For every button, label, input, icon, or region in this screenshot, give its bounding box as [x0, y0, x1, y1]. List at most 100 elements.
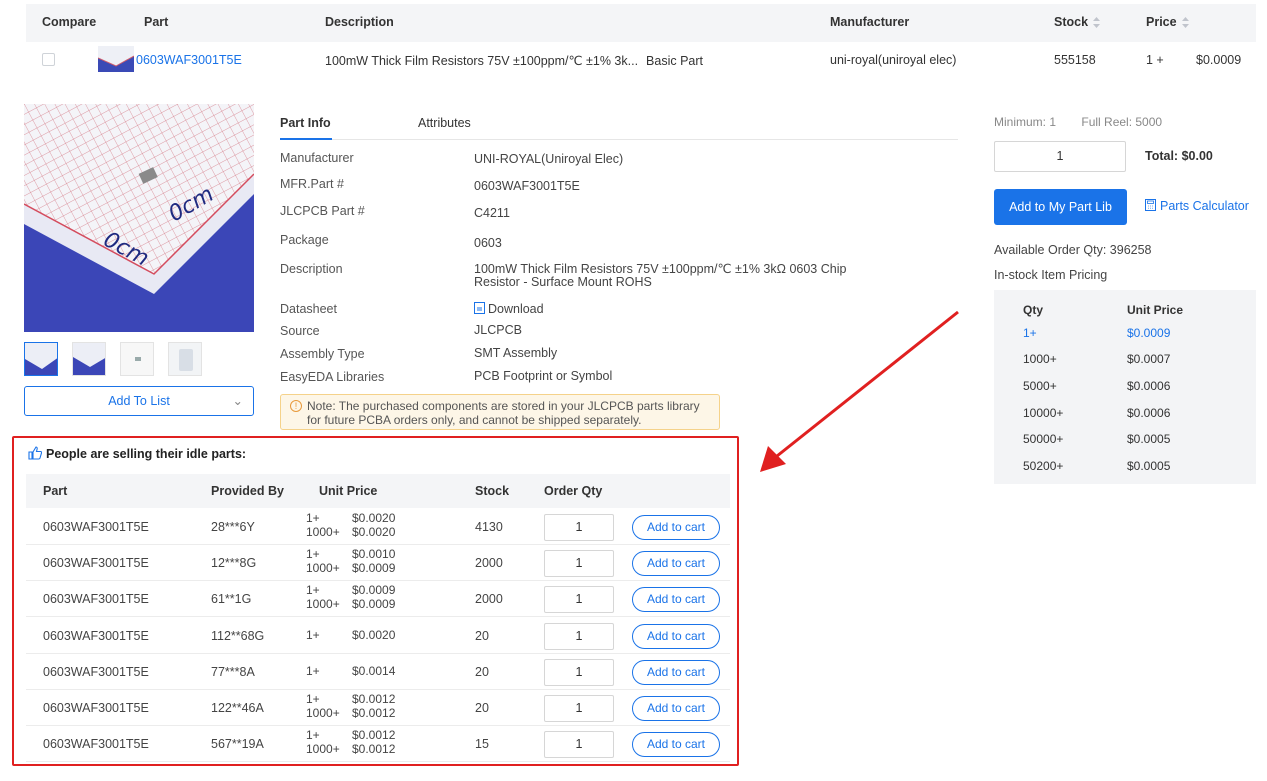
- add-to-cart-button[interactable]: Add to cart: [632, 551, 720, 576]
- product-image[interactable]: 0cm 0cm: [24, 104, 254, 332]
- idle-stock: 2000: [475, 556, 503, 570]
- resistor-photo: 0cm 0cm: [24, 104, 254, 332]
- price-tier: 1000+ $0.0020: [306, 526, 436, 540]
- tier-qty: 1+: [306, 547, 320, 561]
- price-tier: 1+ $0.0020: [306, 629, 436, 643]
- add-to-cart-button[interactable]: Add to cart: [632, 732, 720, 757]
- header-price[interactable]: Price: [1146, 15, 1189, 29]
- idle-part-row: 0603WAF3001T5E 12***8G 2000 1+ $0.0010 1000+ $…: [26, 545, 730, 581]
- add-to-cart-button[interactable]: Add to cart: [632, 624, 720, 649]
- order-qty-input[interactable]: 1: [544, 586, 614, 613]
- idle-part-number: 0603WAF3001T5E: [43, 592, 149, 606]
- info-label: Description: [280, 262, 343, 276]
- idle-parts-header: Part Provided By Unit Price Stock Order …: [26, 474, 730, 508]
- description-text: 100mW Thick Film Resistors 75V ±100ppm/℃…: [325, 54, 639, 68]
- tier-price: $0.0012: [352, 728, 396, 742]
- parts-calculator-link[interactable]: Parts Calculator: [1145, 199, 1249, 213]
- idle-stock: 4130: [475, 520, 503, 534]
- info-label: Source: [280, 324, 320, 338]
- header-stock[interactable]: Stock: [1054, 15, 1101, 29]
- instock-pricing-table: Qty Unit Price 1+ $0.0009 1000+ $0.0007 …: [994, 290, 1256, 484]
- add-to-part-lib-button[interactable]: Add to My Part Lib: [994, 189, 1127, 225]
- thumbnail-4[interactable]: [168, 342, 202, 376]
- header-compare: Compare: [42, 15, 97, 29]
- tab-part-info[interactable]: Part Info: [280, 116, 331, 130]
- info-value: 100mW Thick Film Resistors 75V ±100ppm/℃…: [474, 262, 847, 289]
- idle-provider: 12***8G: [211, 556, 257, 570]
- thumbnail-1[interactable]: [24, 342, 58, 376]
- tier-qty: 1000+: [306, 525, 340, 539]
- idle-part-row: 0603WAF3001T5E 61**1G 2000 1+ $0.0009 1000+ $0…: [26, 581, 730, 617]
- header-stock-label: Stock: [1054, 15, 1089, 29]
- pricing-qty: 1000+: [1023, 352, 1057, 366]
- add-to-cart-button[interactable]: Add to cart: [632, 515, 720, 540]
- price-tier: 1+ $0.0009: [306, 584, 436, 598]
- idle-unit-price-tiers: 1+ $0.0020 1000+ $0.0020: [306, 512, 436, 540]
- idle-header-unit-price: Unit Price: [319, 484, 378, 498]
- info-label: Datasheet: [280, 302, 337, 316]
- part-thumbnail[interactable]: [98, 46, 134, 72]
- header-price-label: Price: [1146, 15, 1177, 29]
- idle-provider: 112**68G: [211, 629, 265, 643]
- pricing-price: $0.0005: [1127, 459, 1171, 473]
- part-description: 100mW Thick Film Resistors 75V ±100ppm/℃…: [325, 53, 703, 68]
- idle-unit-price-tiers: 1+ $0.0009 1000+ $0.0009: [306, 584, 436, 612]
- idle-part-number: 0603WAF3001T5E: [43, 629, 149, 643]
- part-number-link[interactable]: 0603WAF3001T5E: [136, 53, 242, 67]
- thumbnail-image: [121, 343, 153, 375]
- tier-qty: 1000+: [306, 706, 340, 720]
- add-to-list-label: Add To List: [108, 394, 170, 408]
- tier-price: $0.0009: [352, 583, 396, 597]
- idle-part-row: 0603WAF3001T5E 122**46A 20 1+ $0.0012 1000+ $0…: [26, 690, 730, 726]
- pricing-qty: 10000+: [1023, 406, 1064, 420]
- order-qty-input[interactable]: 1: [544, 623, 614, 650]
- tier-price: $0.0020: [352, 628, 396, 642]
- pricing-row: 50200+ $0.0005: [994, 453, 1256, 479]
- sort-icon: [1093, 17, 1101, 29]
- idle-unit-price-tiers: 1+ $0.0014: [306, 665, 436, 679]
- info-label: MFR.Part #: [280, 177, 344, 191]
- idle-header-order-qty: Order Qty: [544, 484, 603, 498]
- quantity-input[interactable]: 1: [994, 141, 1126, 172]
- calculator-icon: [1145, 199, 1156, 211]
- header-description: Description: [325, 15, 394, 29]
- thumbnail-image: [25, 343, 57, 375]
- order-qty-input[interactable]: 1: [544, 514, 614, 541]
- order-qty-input[interactable]: 1: [544, 731, 614, 758]
- order-qty-input[interactable]: 1: [544, 695, 614, 722]
- add-to-cart-button[interactable]: Add to cart: [632, 696, 720, 721]
- download-label: Download: [488, 302, 544, 316]
- pricing-row: 1000+ $0.0007: [994, 346, 1256, 372]
- idle-stock: 20: [475, 665, 489, 679]
- pricing-row: 50000+ $0.0005: [994, 426, 1256, 452]
- idle-unit-price-tiers: 1+ $0.0012 1000+ $0.0012: [306, 693, 436, 721]
- purchase-note: ! Note: The purchased components are sto…: [280, 394, 720, 430]
- stock-value: 555158: [1054, 53, 1096, 67]
- idle-unit-price-tiers: 1+ $0.0020: [306, 629, 436, 643]
- tab-attributes[interactable]: Attributes: [418, 116, 471, 130]
- info-value: 0603: [474, 236, 502, 250]
- pricing-header-qty: Qty: [1023, 303, 1044, 317]
- tier-qty: 1000+: [306, 742, 340, 756]
- thumbnail-3[interactable]: [120, 342, 154, 376]
- full-reel-label: Full Reel: 5000: [1081, 115, 1163, 129]
- price-qty: 1 +: [1146, 53, 1164, 67]
- pricing-row: 1+ $0.0009: [994, 320, 1256, 346]
- thumbnail-image: [169, 343, 201, 375]
- compare-checkbox[interactable]: [42, 53, 55, 66]
- info-label: EasyEDA Libraries: [280, 370, 385, 384]
- add-to-list-button[interactable]: Add To List ⌄: [24, 386, 254, 416]
- add-to-cart-button[interactable]: Add to cart: [632, 660, 720, 685]
- idle-stock: 2000: [475, 592, 503, 606]
- info-value: UNI-ROYAL(Uniroyal Elec): [474, 152, 624, 166]
- order-qty-input[interactable]: 1: [544, 550, 614, 577]
- add-to-cart-button[interactable]: Add to cart: [632, 587, 720, 612]
- thumbnail-2[interactable]: [72, 342, 106, 376]
- minimum-label: Minimum: 1: [994, 115, 1057, 129]
- order-qty-input[interactable]: 1: [544, 659, 614, 686]
- tier-price: $0.0012: [352, 706, 396, 720]
- tier-qty: 1+: [306, 511, 320, 525]
- idle-provider: 77***8A: [211, 665, 255, 679]
- idle-stock: 20: [475, 701, 489, 715]
- idle-part-row: 0603WAF3001T5E 77***8A 20 1+ $0.0014 1 Add to …: [26, 654, 730, 690]
